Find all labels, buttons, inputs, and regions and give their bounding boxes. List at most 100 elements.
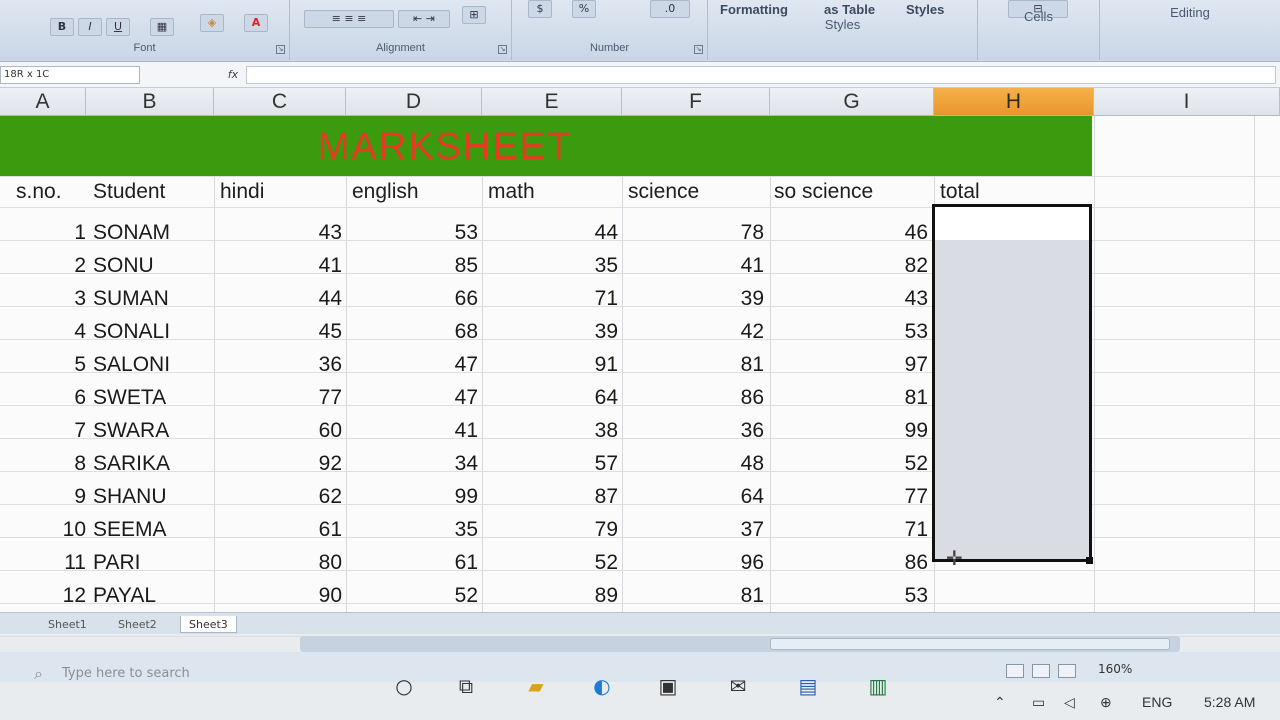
cell-science[interactable]: 86 <box>622 382 764 414</box>
cell-sno[interactable]: 7 <box>40 415 86 447</box>
cortana-icon[interactable]: ○ <box>388 672 420 700</box>
column-header-d[interactable]: D <box>346 88 482 116</box>
cell-sno[interactable]: 11 <box>40 547 86 579</box>
cell-hindi[interactable]: 44 <box>214 283 342 315</box>
merge-icon[interactable]: ⊞ <box>462 6 486 24</box>
task-view-icon[interactable]: ⧉ <box>450 672 482 700</box>
cell-english[interactable]: 52 <box>346 580 478 612</box>
page-layout-icon[interactable] <box>1032 664 1050 678</box>
indent-buttons-icon[interactable]: ⇤ ⇥ <box>398 10 450 28</box>
cell-english[interactable]: 41 <box>346 415 478 447</box>
cell-science[interactable]: 37 <box>622 514 764 546</box>
column-header-f[interactable]: F <box>622 88 770 116</box>
cell-student[interactable]: SARIKA <box>93 448 213 480</box>
dialog-launcher-icon[interactable]: ↘ <box>498 45 507 54</box>
cell-sno[interactable]: 1 <box>40 217 86 249</box>
cell-english[interactable]: 66 <box>346 283 478 315</box>
cell-hindi[interactable]: 61 <box>214 514 342 546</box>
tray-chevron-icon[interactable]: ⌃ <box>994 694 1006 711</box>
cell-math[interactable]: 44 <box>482 217 618 249</box>
cell-so-science[interactable]: 43 <box>770 283 928 315</box>
cell-english[interactable]: 85 <box>346 250 478 282</box>
tab-sheet2[interactable]: Sheet2 <box>110 616 165 633</box>
cell-sno[interactable]: 6 <box>40 382 86 414</box>
cell-so-science[interactable]: 71 <box>770 514 928 546</box>
cell-student[interactable]: SONAM <box>93 217 213 249</box>
cell-student[interactable]: PAYAL <box>93 580 213 612</box>
cell-hindi[interactable]: 92 <box>214 448 342 480</box>
cell-styles-button[interactable]: Styles <box>906 2 944 17</box>
cell-hindi[interactable]: 90 <box>214 580 342 612</box>
cell-science[interactable]: 42 <box>622 316 764 348</box>
cell-so-science[interactable]: 77 <box>770 481 928 513</box>
cell-hindi[interactable]: 77 <box>214 382 342 414</box>
cell-english[interactable]: 99 <box>346 481 478 513</box>
cell-so-science[interactable]: 52 <box>770 448 928 480</box>
store-icon[interactable]: ▣ <box>652 672 684 700</box>
column-header-h[interactable]: H <box>934 88 1094 116</box>
battery-icon[interactable]: ▭ <box>1032 694 1045 711</box>
total-selected-cells[interactable] <box>935 240 1089 559</box>
file-explorer-icon[interactable]: ▰ <box>520 672 552 700</box>
cell-science[interactable]: 39 <box>622 283 764 315</box>
cell-student[interactable]: SWETA <box>93 382 213 414</box>
percent-button[interactable]: % <box>572 0 596 18</box>
zoom-level[interactable]: 160% <box>1098 662 1132 676</box>
currency-button[interactable]: $ <box>528 0 552 18</box>
cell-math[interactable]: 91 <box>482 349 618 381</box>
cell-science[interactable]: 78 <box>622 217 764 249</box>
fill-handle[interactable] <box>1086 557 1093 564</box>
cell-student[interactable]: SUMAN <box>93 283 213 315</box>
dialog-launcher-icon[interactable]: ↘ <box>694 45 703 54</box>
cell-hindi[interactable]: 45 <box>214 316 342 348</box>
cell-english[interactable]: 34 <box>346 448 478 480</box>
cell-math[interactable]: 79 <box>482 514 618 546</box>
decimal-icon[interactable]: .0 <box>650 0 690 18</box>
column-header-c[interactable]: C <box>214 88 346 116</box>
tab-sheet3[interactable]: Sheet3 <box>180 616 237 633</box>
conditional-formatting-button[interactable]: Formatting <box>720 2 788 17</box>
cell-science[interactable]: 81 <box>622 349 764 381</box>
format-as-table-button[interactable]: as Table <box>824 2 875 17</box>
cell-english[interactable]: 35 <box>346 514 478 546</box>
cell-math[interactable]: 39 <box>482 316 618 348</box>
cell-so-science[interactable]: 46 <box>770 217 928 249</box>
cell-student[interactable]: SONALI <box>93 316 213 348</box>
cell-hindi[interactable]: 60 <box>214 415 342 447</box>
cell-english[interactable]: 47 <box>346 349 478 381</box>
cell-science[interactable]: 36 <box>622 415 764 447</box>
cell-so-science[interactable]: 53 <box>770 580 928 612</box>
cell-so-science[interactable]: 99 <box>770 415 928 447</box>
cell-math[interactable]: 64 <box>482 382 618 414</box>
cell-sno[interactable]: 10 <box>40 514 86 546</box>
cell-math[interactable]: 87 <box>482 481 618 513</box>
taskbar-search[interactable]: Type here to search <box>28 660 358 688</box>
cell-so-science[interactable]: 82 <box>770 250 928 282</box>
cell-sno[interactable]: 12 <box>40 580 86 612</box>
cell-student[interactable]: SEEMA <box>93 514 213 546</box>
cell-math[interactable]: 71 <box>482 283 618 315</box>
cell-student[interactable]: SONU <box>93 250 213 282</box>
cell-sno[interactable]: 8 <box>40 448 86 480</box>
formula-input[interactable] <box>246 66 1276 84</box>
underline-button[interactable]: U <box>106 18 130 36</box>
font-color-icon[interactable]: A <box>244 14 268 32</box>
cell-hindi[interactable]: 36 <box>214 349 342 381</box>
cell-math[interactable]: 89 <box>482 580 618 612</box>
cell-so-science[interactable]: 81 <box>770 382 928 414</box>
cell-english[interactable]: 53 <box>346 217 478 249</box>
mail-icon[interactable]: ✉ <box>722 672 754 700</box>
cell-english[interactable]: 47 <box>346 382 478 414</box>
cell-math[interactable]: 35 <box>482 250 618 282</box>
language-indicator[interactable]: ENG <box>1142 694 1172 710</box>
cell-sno[interactable]: 4 <box>40 316 86 348</box>
cell-math[interactable]: 57 <box>482 448 618 480</box>
cell-science[interactable]: 96 <box>622 547 764 579</box>
cell-so-science[interactable]: 86 <box>770 547 928 579</box>
cell-science[interactable]: 64 <box>622 481 764 513</box>
cell-sno[interactable]: 5 <box>40 349 86 381</box>
cell-student[interactable]: SWARA <box>93 415 213 447</box>
cell-science[interactable]: 48 <box>622 448 764 480</box>
column-header-a[interactable]: A <box>0 88 86 116</box>
clock[interactable]: 5:28 AM <box>1204 694 1255 710</box>
